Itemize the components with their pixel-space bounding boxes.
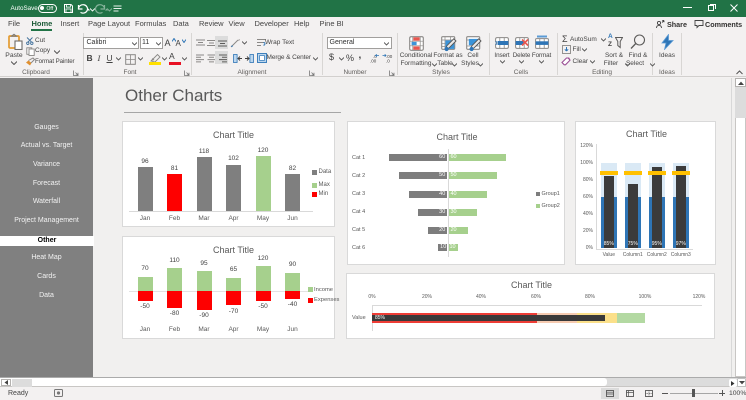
svg-text:.00: .00 [370, 58, 377, 63]
